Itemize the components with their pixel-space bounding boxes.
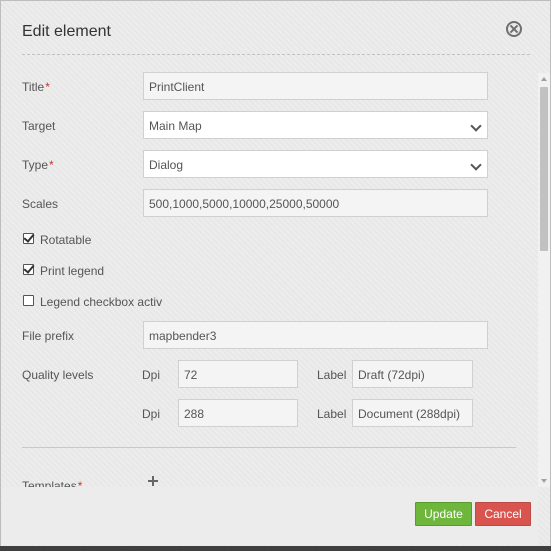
chevron-down-icon [470, 120, 482, 132]
legend-checkbox-activ-checkbox[interactable] [23, 295, 34, 306]
dialog-title: Edit element [22, 23, 111, 40]
title-input[interactable]: PrintClient [143, 72, 488, 100]
rotatable-label: Rotatable [40, 233, 92, 247]
target-select[interactable]: Main Map [143, 111, 488, 139]
scales-label: Scales [22, 197, 59, 211]
scroll-up-arrow-icon[interactable] [538, 73, 550, 85]
scales-input[interactable]: 500,1000,5000,10000,25000,50000 [143, 189, 488, 217]
print-legend-label: Print legend [40, 264, 105, 278]
close-icon[interactable] [506, 21, 522, 37]
rotatable-checkbox[interactable] [23, 233, 34, 244]
add-template-plus-icon[interactable] [148, 476, 158, 486]
quality-label-label: Label [317, 368, 347, 382]
dpi-label: Dpi [142, 368, 161, 382]
section-divider [22, 447, 516, 448]
file-prefix-input[interactable]: mapbender3 [143, 321, 488, 349]
title-label: Title* [22, 80, 50, 94]
cancel-button[interactable]: Cancel [475, 502, 531, 526]
update-button[interactable]: Update [415, 502, 472, 526]
scroll-down-arrow-icon[interactable] [538, 475, 550, 487]
dpi-input[interactable]: 72 [178, 360, 298, 388]
header-divider [22, 54, 530, 55]
type-select[interactable]: Dialog [143, 150, 488, 178]
dpi-label: Dpi [142, 407, 161, 421]
dpi-input[interactable]: 288 [178, 399, 298, 427]
print-legend-checkbox[interactable] [23, 264, 34, 275]
quality-label-label: Label [317, 407, 347, 421]
file-prefix-label: File prefix [22, 329, 75, 343]
type-select-value: Dialog [149, 158, 184, 172]
edit-element-dialog: Edit element Title* PrintClient Target M… [0, 0, 551, 547]
type-label: Type* [22, 158, 54, 172]
quality-levels-label: Quality levels [22, 368, 94, 382]
quality-label-input[interactable]: Document (288dpi) [352, 399, 473, 427]
target-select-value: Main Map [149, 119, 202, 133]
target-label: Target [22, 119, 56, 133]
scrollbar-thumb[interactable] [540, 87, 548, 251]
quality-label-input[interactable]: Draft (72dpi) [352, 360, 473, 388]
legend-checkbox-activ-label: Legend checkbox activ [40, 295, 163, 309]
chevron-down-icon [470, 159, 482, 171]
page-bottom-bar [0, 546, 551, 551]
